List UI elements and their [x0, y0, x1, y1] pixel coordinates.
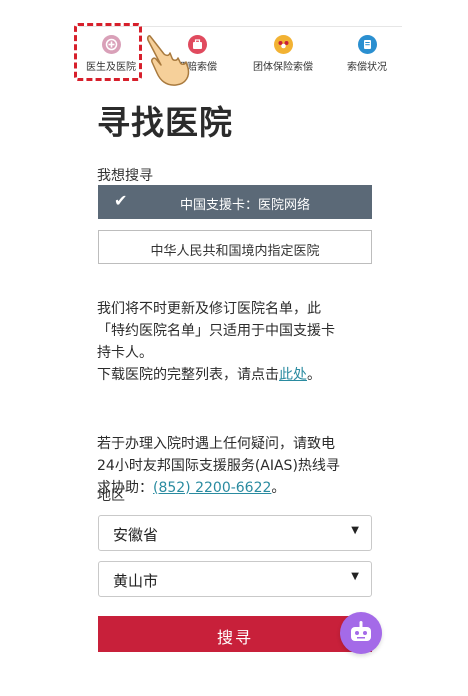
option-label: 中国支援卡：医院网络 [179, 198, 310, 213]
nav-label: 索偿状况 [347, 62, 387, 73]
city-select[interactable]: 黄山市 ▼ [98, 561, 372, 597]
page-title: 寻找医院 [97, 103, 233, 142]
nav-label: 团体保险索偿 [253, 62, 313, 73]
text-fragment: 下载医院的完整列表，请点击 [97, 367, 279, 383]
option-china-support-card-network[interactable]: ✔ 中国支援卡：医院网络 [98, 185, 372, 219]
region-label: 地区 [97, 488, 125, 504]
province-select[interactable]: 安徽省 ▼ [98, 515, 372, 551]
text-line: 求协助：(852) 2200-6622。 [97, 477, 387, 499]
search-button-label: 搜寻 [216, 628, 253, 647]
text-fragment: 。 [271, 480, 286, 496]
download-list-link[interactable]: 此处 [279, 367, 307, 383]
text-line: 我们将不时更新及修订医院名单，此 [97, 301, 321, 317]
hotline-phone-link[interactable]: (852) 2200-6622 [153, 480, 271, 496]
province-value: 安徽省 [113, 526, 159, 544]
city-value: 黄山市 [113, 572, 159, 590]
highlight-box [74, 23, 142, 81]
text-fragment: 。 [307, 367, 321, 383]
text-line: 若于办理入院时遇上任何疑问，请致电 [97, 436, 335, 452]
nav-item-group-claims[interactable]: 团体保险索偿 [243, 35, 323, 73]
info-paragraph-hotline: 若于办理入院时遇上任何疑问，请致电 24小时友邦国际支援服务(AIAS)热线寻 … [97, 433, 387, 499]
page: 医生及医院 理赔索偿 团体保险索偿 索偿状况 寻找医院 我想搜寻 ✔ 中国支援卡… [0, 0, 468, 696]
search-type-label: 我想搜寻 [97, 168, 153, 184]
chatbot-button[interactable] [340, 612, 382, 654]
text-line: 下载医院的完整列表，请点击此处。 [97, 364, 387, 386]
group-icon [273, 35, 293, 54]
text-line: 24小时友邦国际支援服务(AIAS)热线寻 [97, 458, 340, 474]
dropdown-arrow-icon: ▼ [351, 571, 359, 582]
info-paragraph-list: 我们将不时更新及修订医院名单，此 「特约医院名单」只适用于中国支援卡 持卡人。 … [97, 298, 387, 386]
pointing-hand-icon [142, 28, 202, 88]
search-button[interactable]: 搜寻 [98, 616, 372, 652]
document-icon [357, 35, 377, 54]
text-line: 「特约医院名单」只适用于中国支援卡 [97, 323, 335, 339]
nav-item-claim-status[interactable]: 索偿状况 [327, 35, 407, 73]
text-line: 持卡人。 [97, 345, 153, 361]
option-label: 中华人民共和国境内指定医院 [150, 244, 320, 259]
robot-icon [351, 621, 371, 641]
dropdown-arrow-icon: ▼ [351, 525, 359, 536]
option-prc-designated-hospitals[interactable]: 中华人民共和国境内指定医院 [98, 230, 372, 264]
